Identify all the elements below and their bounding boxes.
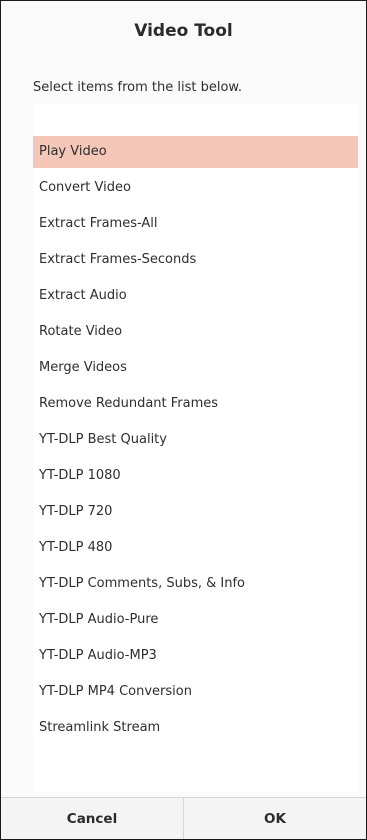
list-item[interactable]: YT-DLP Best Quality bbox=[33, 424, 358, 456]
list-item[interactable]: YT-DLP Audio-MP3 bbox=[33, 640, 358, 672]
ok-button[interactable]: OK bbox=[183, 798, 366, 839]
button-bar: Cancel OK bbox=[1, 797, 366, 839]
list-item[interactable]: YT-DLP 720 bbox=[33, 496, 358, 528]
list-item[interactable]: YT-DLP 1080 bbox=[33, 460, 358, 492]
list-item[interactable]: YT-DLP Comments, Subs, & Info bbox=[33, 568, 358, 600]
list-item[interactable]: Remove Redundant Frames bbox=[33, 388, 358, 420]
list-item[interactable]: Extract Frames-Seconds bbox=[33, 244, 358, 276]
list-item[interactable]: YT-DLP Audio-Pure bbox=[33, 604, 358, 636]
list-item[interactable]: Streamlink Stream bbox=[33, 712, 358, 744]
cancel-button[interactable]: Cancel bbox=[1, 798, 183, 839]
list-item[interactable]: Extract Frames-All bbox=[33, 208, 358, 240]
list-item[interactable]: Convert Video bbox=[33, 172, 358, 204]
list-item[interactable]: Merge Videos bbox=[33, 352, 358, 384]
list-item[interactable]: Play Video bbox=[33, 136, 358, 168]
list-item[interactable]: YT-DLP MP4 Conversion bbox=[33, 676, 358, 708]
item-list: Play Video Convert Video Extract Frames-… bbox=[33, 104, 358, 792]
list-item[interactable]: Rotate Video bbox=[33, 316, 358, 348]
dialog-title: Video Tool bbox=[134, 21, 233, 41]
video-tool-dialog: Video Tool Select items from the list be… bbox=[0, 0, 367, 840]
list-item[interactable]: YT-DLP 480 bbox=[33, 532, 358, 564]
list-item[interactable]: Extract Audio bbox=[33, 280, 358, 312]
dialog-prompt: Select items from the list below. bbox=[33, 80, 242, 95]
